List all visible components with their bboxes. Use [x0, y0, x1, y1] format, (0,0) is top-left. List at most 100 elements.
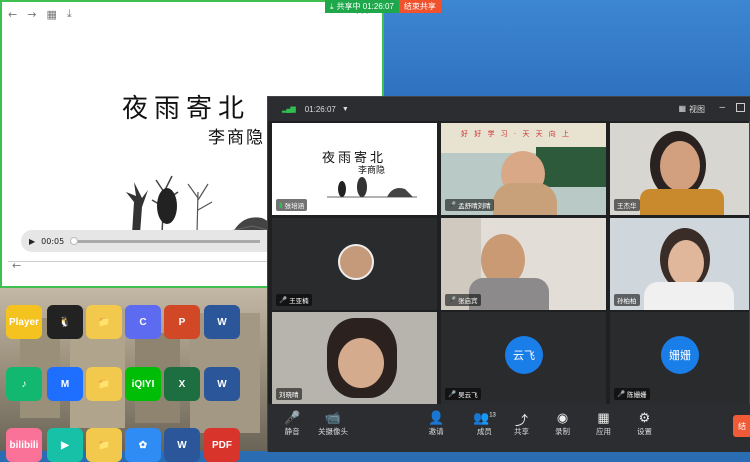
- tile-name-tag: 🎤 陈姗姗: [614, 388, 650, 400]
- signal-icon: ▂▄▆: [282, 106, 296, 113]
- desktop-app-icon[interactable]: bilibili: [6, 428, 42, 462]
- desktop-app-icon[interactable]: Player: [6, 305, 42, 339]
- desktop-app-icon[interactable]: 📁: [86, 367, 122, 401]
- desktop-app-icon[interactable]: P: [164, 305, 200, 339]
- invite-button[interactable]: 👤 邀请: [428, 410, 444, 437]
- video-tile-5[interactable]: 🎤 张启宾: [441, 218, 606, 310]
- progress-knob[interactable]: [70, 236, 79, 245]
- share-bar: ⤓ 共享中 01:26:07 结束共享: [325, 0, 441, 13]
- gear-icon: ⚙: [638, 410, 651, 425]
- download-icon[interactable]: ⤓: [67, 7, 72, 21]
- tile-name-tag: 🎤 王亚楠: [276, 294, 312, 306]
- member-count: 13: [489, 412, 496, 419]
- view-label: 视图: [689, 105, 705, 114]
- desktop-app-icon[interactable]: C: [125, 305, 161, 339]
- mic-icon: 🎤: [279, 297, 288, 304]
- video-tile-8[interactable]: 云飞 🎤 吴云飞: [441, 312, 606, 404]
- desktop-app-icon[interactable]: M: [47, 367, 83, 401]
- mic-icon: ▮: [279, 202, 283, 209]
- record-button[interactable]: ◉ 录制: [555, 410, 570, 437]
- video-tile-4[interactable]: 🎤 王亚楠: [272, 218, 437, 310]
- camera-icon: 📹: [324, 410, 342, 425]
- play-icon[interactable]: ▶: [29, 237, 35, 246]
- share-icon: ⤴: [514, 413, 528, 428]
- share-button[interactable]: ⤴ 共享: [514, 410, 529, 437]
- meeting-toolbar: 🎤 静音 📹 关摄像头 👤 邀请 👥13 成员 ⤴ 共享 ◉ 录制 ▦ 应用 ⚙: [268, 404, 750, 452]
- share-status-text: 共享中 01:26:07: [336, 2, 394, 11]
- mic-icon: 🎤: [448, 202, 457, 209]
- video-tile-1[interactable]: 夜雨寄北 李商隐 ▮ 张培涵: [272, 123, 437, 215]
- mic-icon: 🎤: [448, 391, 457, 398]
- desktop-app-icon[interactable]: PDF: [204, 428, 240, 462]
- desktop-app-icon[interactable]: W: [204, 367, 240, 401]
- share-label: 共享: [514, 427, 529, 436]
- share-status: ⤓ 共享中 01:26:07: [325, 0, 399, 13]
- tile-name-tag: 孙柏柏: [614, 294, 640, 306]
- slide-author: 李商隐: [208, 128, 265, 148]
- settings-button[interactable]: ⚙ 设置: [637, 410, 652, 437]
- tile-name-tag: 🎤 张启宾: [445, 294, 481, 306]
- video-tile-3[interactable]: 王杰华: [610, 123, 749, 215]
- mute-button[interactable]: 🎤 静音: [284, 410, 300, 437]
- desktop-app-icon[interactable]: 📁: [86, 305, 122, 339]
- microphone-icon: 🎤: [284, 410, 301, 425]
- invite-icon: 👤: [428, 410, 445, 425]
- slide-title: 夜雨寄北: [122, 94, 251, 124]
- video-tile-6[interactable]: 孙柏柏: [610, 218, 749, 310]
- avatar: 云飞: [505, 336, 543, 374]
- desktop-app-icon[interactable]: ♪: [6, 367, 42, 401]
- mic-icon: 🎤: [617, 391, 626, 398]
- end-meeting-button[interactable]: 结: [733, 415, 750, 437]
- minimize-icon[interactable]: –: [719, 102, 725, 113]
- members-button[interactable]: 👥13 成员: [473, 410, 496, 437]
- maximize-icon[interactable]: [736, 103, 745, 112]
- back-arrow-icon[interactable]: ←: [8, 8, 17, 21]
- prev-slide-icon[interactable]: ←: [12, 259, 21, 272]
- desktop-app-icon[interactable]: X: [164, 367, 200, 401]
- grid-icon[interactable]: ▦: [46, 8, 56, 21]
- video-progress[interactable]: [70, 236, 261, 245]
- record-label: 录制: [555, 427, 570, 436]
- apps-label: 应用: [596, 427, 611, 436]
- members-icon: 👥13: [473, 410, 496, 425]
- desktop-app-icon[interactable]: iQIYI: [125, 367, 161, 401]
- members-label: 成员: [476, 427, 492, 436]
- grid-view-icon: ▦: [678, 104, 686, 113]
- video-tile-9[interactable]: 姗姗 🎤 陈姗姗: [610, 312, 749, 404]
- tile-name-tag: 王杰华: [614, 199, 640, 211]
- apps-button[interactable]: ▦ 应用: [596, 410, 611, 437]
- desktop-app-icon[interactable]: 🐧: [47, 305, 83, 339]
- share-down-icon: ⤓: [330, 1, 334, 11]
- apps-icon: ▦: [597, 410, 610, 425]
- shared-landscape-image: [327, 177, 417, 198]
- mic-icon: 🎤: [448, 297, 457, 304]
- settings-label: 设置: [637, 427, 652, 436]
- desktop-app-icon[interactable]: ✿: [125, 428, 161, 462]
- camera-label: 关摄像头: [318, 427, 348, 436]
- desktop-app-icon[interactable]: 📁: [86, 428, 122, 462]
- meeting-topbar: ▂▄▆ 01:26:07 ▼ ▦ 视图 –: [268, 97, 750, 121]
- stop-share-button[interactable]: 结束共享: [398, 0, 441, 13]
- avatar: 姗姗: [661, 336, 699, 374]
- invite-label: 邀请: [428, 427, 444, 436]
- desktop-app-icon[interactable]: W: [164, 428, 200, 462]
- forward-arrow-icon[interactable]: →: [27, 8, 36, 21]
- desktop-app-icon[interactable]: W: [204, 305, 240, 339]
- desktop-app-icon[interactable]: ▶: [47, 428, 83, 462]
- chevron-down-icon[interactable]: ▼: [342, 106, 349, 113]
- tile-name-tag: 🎤 孟舒晴刘晴: [445, 199, 494, 211]
- tile-name-tag: ▮ 张培涵: [276, 199, 308, 211]
- meeting-duration: 01:26:07: [304, 104, 336, 114]
- record-icon: ◉: [556, 410, 569, 425]
- wallpaper-sky: [384, 0, 750, 96]
- video-controls[interactable]: ▶ 00:05: [21, 230, 283, 252]
- video-tile-2[interactable]: 好 好 学 习 · 天 天 向 上 🎤 孟舒晴刘晴: [441, 123, 606, 215]
- tile-name-tag: 🎤 吴云飞: [445, 388, 481, 400]
- view-button[interactable]: ▦ 视图: [678, 104, 705, 115]
- camera-button[interactable]: 📹 关摄像头: [318, 410, 348, 437]
- mute-label: 静音: [284, 427, 300, 436]
- ppt-toolbar: ← → ▦ ⤓: [8, 6, 72, 22]
- video-time: 00:05: [41, 236, 65, 246]
- video-tile-7[interactable]: 刘晓晴: [272, 312, 437, 404]
- meeting-window: ▂▄▆ 01:26:07 ▼ ▦ 视图 – 夜雨寄北 李商隐 ▮ 张培涵 好 好 …: [267, 96, 750, 452]
